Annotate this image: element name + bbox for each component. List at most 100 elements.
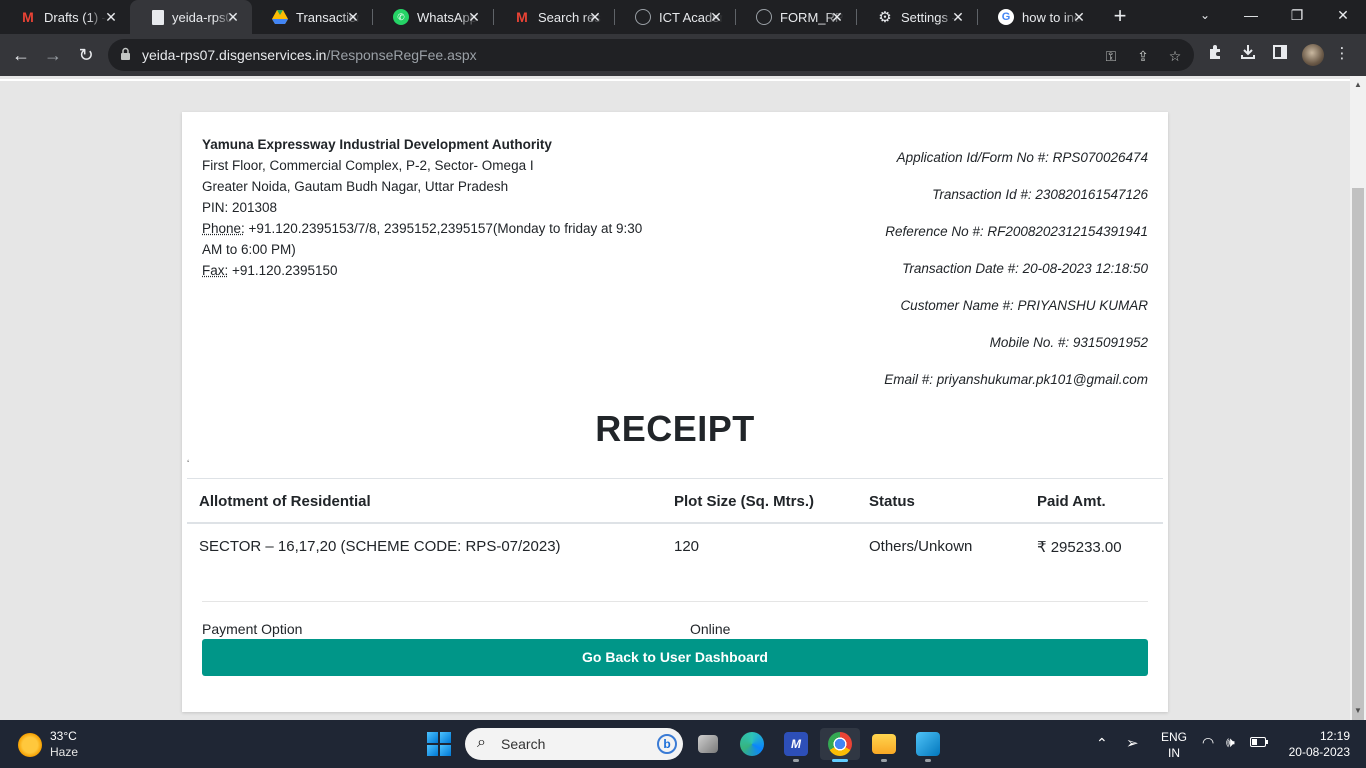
page-scrollbar[interactable]: ▲ ▼ [1350, 76, 1366, 720]
running-indicator [925, 759, 931, 762]
mobile-no: Mobile No. #: 9315091952 [884, 335, 1148, 372]
tab-yeida[interactable]: yeida-rps0 ✕ [130, 0, 252, 34]
tab-settings[interactable]: ⚙ Settings - ✕ [857, 0, 977, 34]
location-arrow-icon[interactable]: ➢ [1126, 734, 1139, 768]
cell-status: Others/Unkown [869, 538, 972, 555]
side-panel-icon[interactable] [1270, 44, 1290, 64]
fax-line: Fax: +91.120.2395150 [202, 260, 652, 281]
tab-search-chevron-icon[interactable]: ⌄ [1182, 0, 1228, 30]
wifi-icon[interactable]: ◠ [1202, 734, 1214, 768]
weather-widget[interactable]: 33°C Haze [18, 729, 128, 761]
task-view-button[interactable] [688, 728, 728, 760]
clock-date: 20-08-2023 [1280, 744, 1350, 760]
gmail-icon: M [514, 9, 530, 25]
address-line-1: First Floor, Commercial Complex, P-2, Se… [202, 155, 652, 176]
close-icon[interactable]: ✕ [1070, 8, 1088, 26]
close-icon[interactable]: ✕ [465, 8, 483, 26]
scrollbar-thumb[interactable] [1352, 188, 1364, 732]
menu-kebab-icon[interactable]: ⋮ [1332, 44, 1352, 64]
reload-icon[interactable]: ↻ [73, 42, 99, 68]
battery-icon[interactable] [1250, 736, 1268, 768]
windows-taskbar: 33°C Haze ⌕ Search b M ⌃ ➢ ENG IN ◠ 🕪 12… [0, 720, 1366, 768]
document-icon [152, 10, 164, 25]
running-indicator [793, 759, 799, 762]
taskbar-app-ma[interactable]: M [776, 728, 816, 760]
bookmark-star-icon[interactable]: ☆ [1166, 47, 1184, 65]
column-header-allotment: Allotment of Residential [199, 493, 371, 510]
phone-label: Phone: [202, 221, 245, 236]
show-hidden-icons-chevron-icon[interactable]: ⌃ [1096, 735, 1108, 768]
key-icon[interactable]: ⚿ [1102, 47, 1120, 65]
cell-plot-size: 120 [674, 538, 699, 555]
page-viewport: Yamuna Expressway Industrial Development… [0, 76, 1350, 720]
tab-transaction[interactable]: Transaction ✕ [252, 0, 372, 34]
section-divider [202, 601, 1148, 602]
scroll-up-arrow-icon[interactable]: ▲ [1354, 80, 1362, 89]
minimize-button[interactable]: — [1228, 0, 1274, 30]
volume-icon[interactable]: 🕪 [1226, 734, 1235, 768]
task-view-icon [698, 735, 718, 753]
gear-icon: ⚙ [877, 9, 893, 25]
column-header-plot-size: Plot Size (Sq. Mtrs.) [674, 493, 814, 510]
start-button[interactable] [427, 732, 451, 756]
tab-gmail-drafts[interactable]: M Drafts (1) - ✕ [0, 0, 130, 34]
forward-arrow-icon[interactable]: → [40, 42, 66, 68]
running-indicator [832, 759, 848, 762]
tab-search-results[interactable]: M Search resu ✕ [494, 0, 614, 34]
drive-icon [272, 9, 288, 25]
close-icon[interactable]: ✕ [224, 8, 242, 26]
receipt-table: Allotment of Residential Plot Size (Sq. … [187, 478, 1163, 570]
tab-strip: M Drafts (1) - ✕ yeida-rps0 ✕ Transactio… [0, 0, 1366, 34]
back-arrow-icon[interactable]: ← [8, 42, 34, 68]
url-text: yeida-rps07.disgenservices.in/ResponseRe… [142, 47, 477, 63]
tab-form-rps[interactable]: FORM_RPS ✕ [736, 0, 856, 34]
close-icon[interactable]: ✕ [102, 8, 120, 26]
sun-haze-icon [18, 733, 42, 757]
table-header-row: Allotment of Residential Plot Size (Sq. … [187, 478, 1163, 524]
taskbar-photos[interactable] [908, 728, 948, 760]
cell-paid-amount: ₹ 295233.00 [1037, 538, 1122, 556]
bing-icon[interactable]: b [657, 734, 677, 754]
transaction-date: Transaction Date #: 20-08-2023 12:18:50 [884, 261, 1148, 298]
share-icon[interactable]: ⇪ [1134, 47, 1152, 65]
close-icon[interactable]: ✕ [707, 8, 725, 26]
taskbar-file-explorer[interactable] [864, 728, 904, 760]
fax-label: Fax: [202, 263, 228, 278]
weather-condition: Haze [50, 745, 78, 759]
close-icon[interactable]: ✕ [828, 8, 846, 26]
temperature: 33°C [50, 729, 77, 743]
phone-value: +91.120.2395153/7/8, 2395152,2395157(Mon… [202, 221, 642, 257]
close-icon[interactable]: ✕ [344, 8, 362, 26]
scroll-down-arrow-icon[interactable]: ▼ [1354, 706, 1362, 715]
extensions-puzzle-icon[interactable] [1206, 44, 1226, 64]
taskbar-edge[interactable] [732, 728, 772, 760]
lock-icon [120, 47, 134, 63]
tab-ict-academy[interactable]: ICT Acaden ✕ [615, 0, 735, 34]
receipt-card: Yamuna Expressway Industrial Development… [182, 112, 1168, 712]
tab-google-search[interactable]: G how to inc ✕ [978, 0, 1098, 34]
input-language[interactable]: ENG IN [1160, 729, 1188, 768]
organization-name: Yamuna Expressway Industrial Development… [202, 134, 652, 155]
address-line-2: Greater Noida, Gautam Budh Nagar, Uttar … [202, 176, 652, 197]
restore-button[interactable]: ❐ [1274, 0, 1320, 30]
application-id: Application Id/Form No #: RPS070026474 [884, 150, 1148, 187]
globe-icon [756, 9, 772, 25]
profile-avatar[interactable] [1302, 44, 1324, 66]
download-icon[interactable] [1238, 44, 1258, 64]
browser-toolbar: ← → ↻ yeida-rps07.disgenservices.in/Resp… [0, 34, 1366, 76]
region-code: IN [1160, 745, 1188, 761]
taskbar-chrome[interactable] [820, 728, 860, 760]
taskbar-search-box[interactable]: ⌕ Search b [465, 728, 683, 760]
back-to-dashboard-button[interactable]: Go Back to User Dashboard [202, 639, 1148, 676]
address-bar[interactable]: yeida-rps07.disgenservices.in/ResponseRe… [108, 39, 1194, 71]
tab-whatsapp[interactable]: ✆ WhatsApp ✕ [373, 0, 493, 34]
close-icon[interactable]: ✕ [949, 8, 967, 26]
chrome-icon [828, 732, 852, 756]
close-icon[interactable]: ✕ [586, 8, 604, 26]
organization-details: Yamuna Expressway Industrial Development… [202, 134, 652, 281]
new-tab-button[interactable]: + [1108, 5, 1132, 29]
reference-no: Reference No #: RF2008202312154391941 [884, 224, 1148, 261]
close-window-button[interactable]: ✕ [1320, 0, 1366, 30]
system-clock[interactable]: 12:19 20-08-2023 [1280, 728, 1350, 760]
language-code: ENG [1160, 729, 1188, 745]
